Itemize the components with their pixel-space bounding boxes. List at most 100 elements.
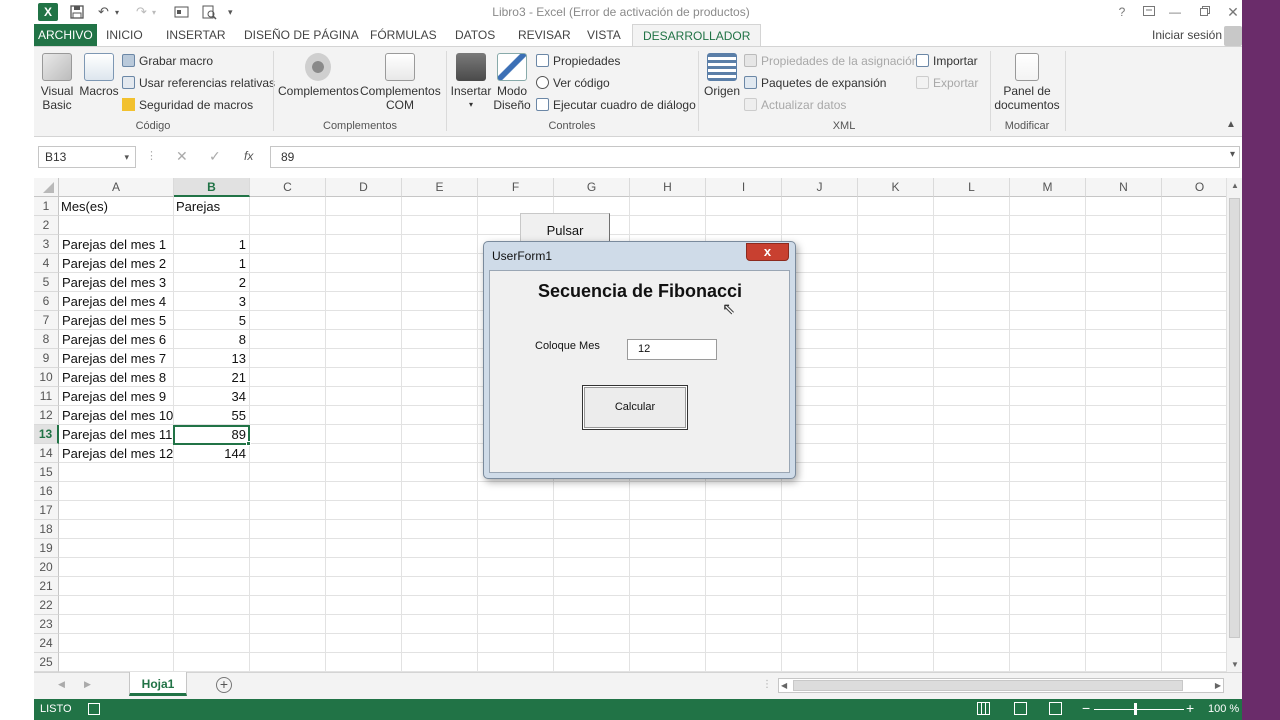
tab-insertar[interactable]: INSERTAR [164, 24, 228, 47]
macro-record-icon[interactable] [88, 703, 100, 715]
userform-close-button[interactable]: x [746, 243, 789, 261]
table-cell-value[interactable]: 1 [175, 254, 248, 273]
row-header[interactable]: 17 [34, 501, 59, 520]
row-header[interactable]: 19 [34, 539, 59, 558]
row-header[interactable]: 20 [34, 558, 59, 577]
ejecutar-dialogo-button[interactable]: Ejecutar cuadro de diálogo [536, 96, 696, 114]
row-header[interactable]: 2 [34, 216, 59, 235]
month-input[interactable]: 12 [627, 339, 717, 360]
column-header[interactable]: M [1010, 178, 1086, 197]
page-layout-icon[interactable] [1014, 702, 1027, 715]
document-panel-button[interactable]: Panel de documentos [992, 53, 1062, 112]
row-header[interactable]: 24 [34, 634, 59, 653]
column-header[interactable]: J [782, 178, 858, 197]
tab-inicio[interactable]: INICIO [104, 24, 145, 47]
zoom-level[interactable]: 100 % [1208, 703, 1239, 715]
fill-handle[interactable] [246, 441, 251, 446]
sheet-prev-icon[interactable]: ◀ [58, 679, 65, 690]
row-header[interactable]: 10 [34, 368, 59, 387]
calcular-button[interactable]: Calcular [582, 385, 688, 430]
row-header[interactable]: 13 [34, 425, 59, 444]
table-cell-month[interactable]: Parejas del mes 7 [60, 349, 173, 368]
table-cell-value[interactable]: 144 [175, 444, 248, 463]
tab-formulas[interactable]: FÓRMULAS [368, 24, 439, 47]
insert-function-icon[interactable]: fx [244, 149, 253, 163]
horizontal-scroll-thumb[interactable] [793, 680, 1183, 691]
column-header[interactable]: A [59, 178, 174, 197]
table-cell-month[interactable]: Parejas del mes 2 [60, 254, 173, 273]
tab-datos[interactable]: DATOS [453, 24, 497, 47]
table-cell-month[interactable]: Parejas del mes 10 [60, 406, 173, 425]
table-cell-value[interactable]: 34 [175, 387, 248, 406]
expand-formula-icon[interactable]: ▾ [1230, 149, 1235, 160]
cell-b1[interactable]: Parejas [174, 197, 249, 216]
row-header[interactable]: 9 [34, 349, 59, 368]
macro-security-button[interactable]: Seguridad de macros [122, 96, 253, 114]
help-icon[interactable]: ? [1111, 3, 1133, 21]
scroll-up-icon[interactable]: ▲ [1231, 181, 1239, 190]
table-cell-month[interactable]: Parejas del mes 12 [60, 444, 173, 463]
origen-button[interactable]: Origen [702, 53, 742, 98]
row-header[interactable]: 16 [34, 482, 59, 501]
complementos-com-button[interactable]: Complementos COM [360, 53, 441, 112]
table-cell-month[interactable]: Parejas del mes 1 [60, 235, 173, 254]
table-cell-month[interactable]: Parejas del mes 6 [60, 330, 173, 349]
sheet-next-icon[interactable]: ▶ [84, 679, 91, 690]
table-cell-value[interactable]: 5 [175, 311, 248, 330]
restore-icon[interactable] [1194, 3, 1216, 21]
table-cell-month[interactable]: Parejas del mes 11 [60, 425, 173, 444]
scroll-right-icon[interactable]: ▶ [1215, 679, 1221, 692]
table-cell-value[interactable]: 8 [175, 330, 248, 349]
record-macro-button[interactable]: Grabar macro [122, 52, 213, 70]
sign-in-link[interactable]: Iniciar sesión [1150, 24, 1224, 47]
row-header[interactable]: 23 [34, 615, 59, 634]
table-cell-month[interactable]: Parejas del mes 4 [60, 292, 173, 311]
formula-input[interactable]: 89 [270, 146, 1240, 168]
table-cell-value[interactable]: 1 [175, 235, 248, 254]
split-handle-icon[interactable]: ⋮ [762, 679, 772, 690]
scroll-left-icon[interactable]: ◀ [781, 679, 787, 692]
zoom-slider[interactable] [1094, 709, 1184, 710]
table-cell-value[interactable]: 55 [175, 406, 248, 425]
pulsar-button[interactable]: Pulsar [520, 213, 610, 244]
vertical-scroll-thumb[interactable] [1229, 198, 1240, 638]
ribbon-display-icon[interactable] [1138, 3, 1160, 21]
tab-revisar[interactable]: REVISAR [516, 24, 573, 47]
enter-icon[interactable]: ✓ [209, 148, 221, 165]
collapse-ribbon-icon[interactable]: ▲ [1226, 119, 1236, 130]
row-header[interactable]: 18 [34, 520, 59, 539]
row-header[interactable]: 11 [34, 387, 59, 406]
tab-vista[interactable]: VISTA [585, 24, 623, 47]
table-cell-month[interactable]: Parejas del mes 3 [60, 273, 173, 292]
minimize-icon[interactable]: — [1164, 3, 1186, 21]
column-header[interactable]: D [326, 178, 402, 197]
column-header[interactable]: K [858, 178, 934, 197]
modo-diseno-button[interactable]: Modo Diseño [492, 53, 532, 112]
active-cell-b13[interactable] [173, 425, 250, 445]
tab-desarrollador[interactable]: DESARROLLADOR [632, 24, 762, 47]
complementos-button[interactable]: Complementos [278, 53, 359, 98]
visual-basic-button[interactable]: Visual Basic [36, 53, 78, 112]
column-header[interactable]: L [934, 178, 1010, 197]
sheet-tab-hoja1[interactable]: Hoja1 [129, 672, 187, 696]
ver-codigo-button[interactable]: Ver código [536, 74, 610, 92]
tab-archivo[interactable]: ARCHIVO [34, 24, 97, 47]
tab-diseno-pagina[interactable]: DISEÑO DE PÁGINA [242, 24, 361, 47]
zoom-out-icon[interactable]: − [1082, 700, 1090, 716]
horizontal-scrollbar[interactable]: ◀ ▶ [778, 678, 1224, 693]
row-header[interactable]: 21 [34, 577, 59, 596]
scroll-down-icon[interactable]: ▼ [1231, 660, 1239, 669]
row-header[interactable]: 6 [34, 292, 59, 311]
column-header[interactable]: C [250, 178, 326, 197]
map-properties-button[interactable]: Propiedades de la asignación [744, 52, 918, 70]
close-icon[interactable]: ✕ [1222, 3, 1242, 21]
vertical-scrollbar[interactable]: ▲ ▼ [1226, 178, 1242, 672]
cancel-icon[interactable]: ✕ [176, 148, 188, 165]
row-header[interactable]: 8 [34, 330, 59, 349]
page-break-icon[interactable] [1049, 702, 1062, 715]
row-header[interactable]: 14 [34, 444, 59, 463]
column-header[interactable]: F [478, 178, 554, 197]
column-header[interactable]: B [174, 178, 250, 197]
add-sheet-icon[interactable]: + [216, 677, 232, 693]
select-all-corner[interactable] [34, 178, 59, 197]
